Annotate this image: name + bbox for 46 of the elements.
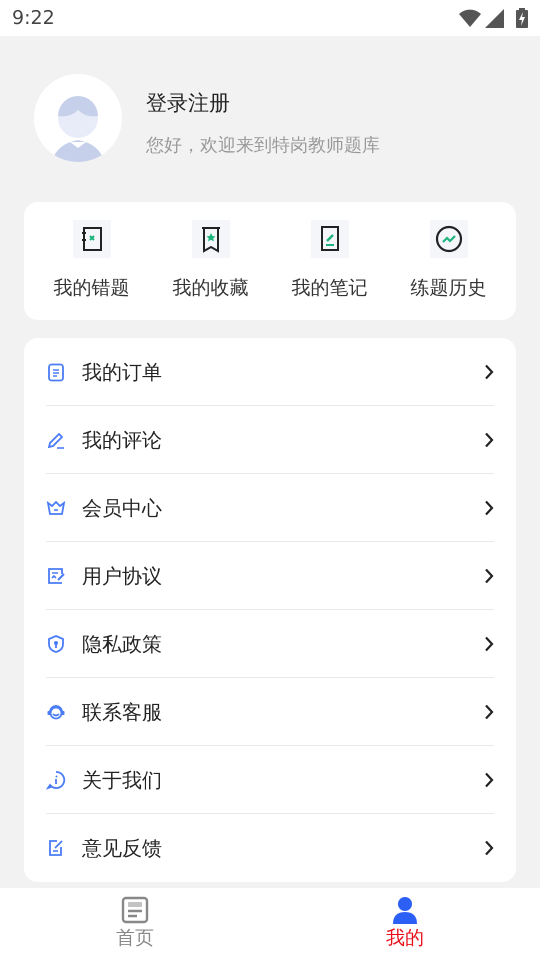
quick-action-link[interactable]: 我的笔记 <box>292 274 368 302</box>
shield-icon <box>46 634 66 654</box>
menu-label: 会员中心 <box>82 494 163 522</box>
menu-item[interactable]: 关于我们 <box>46 746 494 814</box>
newspaper-icon <box>121 896 149 924</box>
notebook-icon <box>72 220 110 258</box>
chevron-right-icon <box>484 500 494 516</box>
tab[interactable]: 首页 <box>116 896 154 952</box>
chevron-right-icon <box>484 772 494 788</box>
battery-icon <box>516 8 528 28</box>
signal-icon <box>485 8 504 28</box>
menu-label: 意见反馈 <box>82 835 163 862</box>
chevron-right-icon <box>484 636 494 652</box>
quick-action-link[interactable]: 我的错题 <box>54 274 130 302</box>
menu-item[interactable]: 我的订单 <box>46 338 494 406</box>
menu-item[interactable]: 我的评论 <box>46 406 494 474</box>
bookmark-icon <box>192 220 230 258</box>
welcome-text: 您好，欢迎来到特岗教师题库 <box>146 134 380 158</box>
quick-action-link[interactable]: 练题历史 <box>410 274 486 302</box>
trend-icon <box>430 220 468 258</box>
menu-item[interactable]: 意见反馈 <box>46 814 494 882</box>
menu-label: 隐私政策 <box>82 630 163 658</box>
chevron-right-icon <box>484 704 494 720</box>
menu-item[interactable]: 联系客服 <box>46 678 494 746</box>
clipboard-icon <box>46 362 66 382</box>
note-icon <box>310 220 348 258</box>
info-icon <box>46 770 66 790</box>
chevron-right-icon <box>484 840 494 856</box>
menu-label: 我的订单 <box>82 358 163 386</box>
login-register-link[interactable]: 登录注册 <box>146 88 380 120</box>
person-icon <box>392 896 418 924</box>
status-time: 9:22 <box>12 6 55 31</box>
quick-action-link[interactable]: 我的收藏 <box>172 274 248 302</box>
chevron-right-icon <box>484 568 494 584</box>
wifi-icon <box>459 9 481 27</box>
chevron-right-icon <box>484 432 494 448</box>
menu-item[interactable]: 会员中心 <box>46 474 494 542</box>
menu-label: 我的评论 <box>82 426 163 454</box>
menu-item[interactable]: 用户协议 <box>46 542 494 610</box>
menu-label: 关于我们 <box>82 766 163 794</box>
tab[interactable]: 我的 <box>386 896 424 952</box>
document-icon <box>46 566 66 586</box>
menu-label: 联系客服 <box>82 698 163 726</box>
chevron-right-icon <box>484 364 494 380</box>
menu-label: 用户协议 <box>82 562 163 590</box>
menu-item[interactable]: 隐私政策 <box>46 610 494 678</box>
